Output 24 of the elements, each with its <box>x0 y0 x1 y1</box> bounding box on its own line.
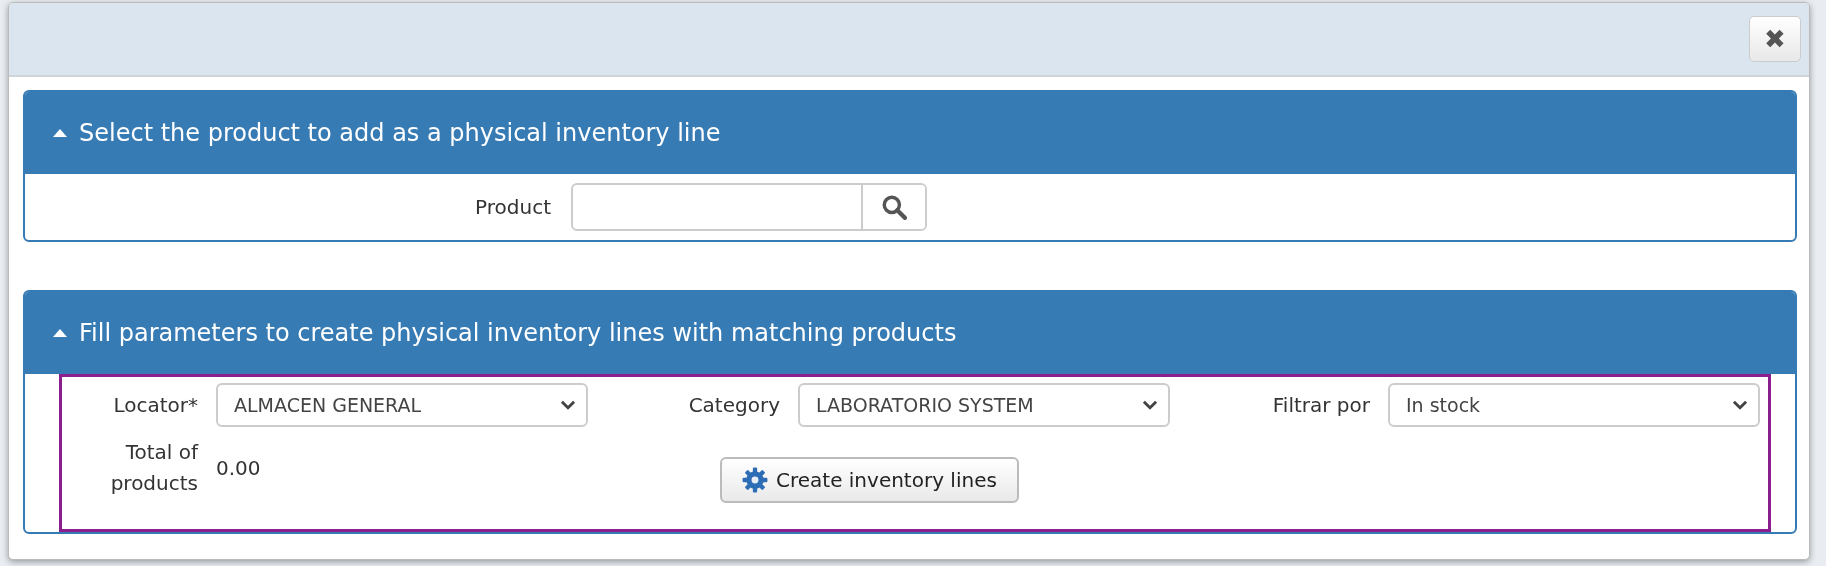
select-field[interactable]: In stock <box>1388 383 1760 427</box>
caret-up-icon <box>53 129 67 137</box>
chevron-down-icon <box>1732 400 1748 410</box>
select-field[interactable]: ALMACEN GENERAL <box>216 383 588 427</box>
product-field[interactable] <box>571 183 927 231</box>
field-label: Filtrar por <box>1271 393 1370 417</box>
chevron-down-icon <box>560 400 576 410</box>
select-field[interactable]: LABORATORIO SYSTEM <box>798 383 1170 427</box>
panel-title: Fill parameters to create physical inventory lines with matching products <box>79 319 957 347</box>
close-button[interactable]: ✖ <box>1749 16 1801 62</box>
search-button[interactable] <box>861 185 925 229</box>
field-label: Category <box>687 393 780 417</box>
total-value: 0.00 <box>216 456 261 480</box>
field-label: Product <box>474 195 551 219</box>
caret-up-icon <box>53 329 67 337</box>
search-icon <box>881 194 907 220</box>
field-label: Total of products <box>109 439 198 497</box>
create-button[interactable]: Create inventory lines <box>720 457 1019 503</box>
field-label: Locator* <box>112 393 198 417</box>
chevron-down-icon <box>1142 400 1158 410</box>
panel-header[interactable]: Select the product to add as a physical inventory line <box>25 92 1795 174</box>
gear-icon <box>742 467 768 493</box>
panel-header[interactable]: Fill parameters to create physical inventory lines with matching products <box>25 292 1795 374</box>
panel-title: Select the product to add as a physical inventory line <box>79 119 721 147</box>
